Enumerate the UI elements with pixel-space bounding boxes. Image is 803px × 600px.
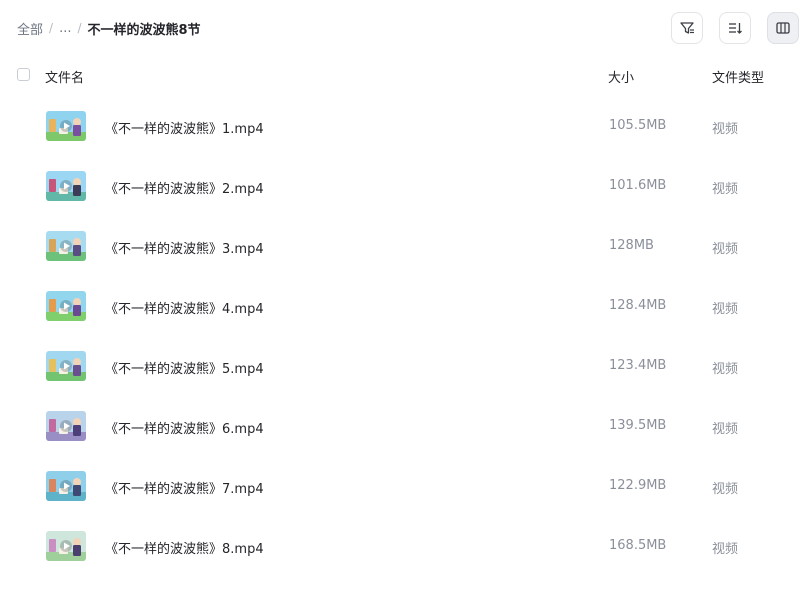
file-type: 视频: [712, 542, 739, 557]
table-header: 文件名 大小 文件类型: [0, 62, 803, 90]
file-type: 视频: [712, 482, 739, 497]
file-size: 101.6MB: [609, 178, 667, 193]
breadcrumb-current: 不一样的波波熊8节: [87, 22, 201, 38]
video-thumbnail-play-icon: [46, 291, 86, 321]
file-size: 123.4MB: [609, 358, 667, 373]
column-header-name[interactable]: 文件名: [45, 67, 84, 86]
column-view-icon: [776, 22, 790, 34]
file-type: 视频: [712, 182, 739, 197]
column-header-type[interactable]: 文件类型: [712, 67, 764, 86]
file-name[interactable]: 《不一样的波波熊》8.mp4: [105, 538, 264, 557]
file-size: 105.5MB: [609, 118, 667, 133]
video-thumbnail-play-icon: [46, 471, 86, 501]
video-thumbnail-play-icon: [46, 171, 86, 201]
file-type: 视频: [712, 362, 739, 377]
file-type: 视频: [712, 302, 739, 317]
file-name[interactable]: 《不一样的波波熊》3.mp4: [105, 238, 264, 257]
table-row[interactable]: 《不一样的波波熊》4.mp4 128.4MB 视频: [0, 276, 803, 336]
file-size: 128.4MB: [609, 298, 667, 313]
table-row[interactable]: 《不一样的波波熊》7.mp4 122.9MB 视频: [0, 456, 803, 516]
video-thumbnail-play-icon: [46, 231, 86, 261]
file-name[interactable]: 《不一样的波波熊》6.mp4: [105, 418, 264, 437]
sort-button[interactable]: [719, 12, 751, 44]
table-row[interactable]: 《不一样的波波熊》8.mp4 168.5MB 视频: [0, 516, 803, 576]
breadcrumb: 全部 / ... / 不一样的波波熊8节: [17, 18, 201, 38]
file-type: 视频: [712, 422, 739, 437]
table-row[interactable]: 《不一样的波波熊》3.mp4 128MB 视频: [0, 216, 803, 276]
file-name[interactable]: 《不一样的波波熊》2.mp4: [105, 178, 264, 197]
table-row[interactable]: 《不一样的波波熊》5.mp4 123.4MB 视频: [0, 336, 803, 396]
filter-icon: [680, 22, 694, 34]
video-thumbnail[interactable]: [46, 231, 86, 261]
video-thumbnail-play-icon: [46, 351, 86, 381]
file-name[interactable]: 《不一样的波波熊》4.mp4: [105, 298, 264, 317]
video-thumbnail-play-icon: [46, 111, 86, 141]
file-name[interactable]: 《不一样的波波熊》7.mp4: [105, 478, 264, 497]
file-type: 视频: [712, 122, 739, 137]
video-thumbnail-play-icon: [46, 531, 86, 561]
file-size: 122.9MB: [609, 478, 667, 493]
file-name[interactable]: 《不一样的波波熊》1.mp4: [105, 118, 264, 137]
file-size: 128MB: [609, 238, 654, 253]
sort-icon: [729, 23, 742, 34]
table-row[interactable]: 《不一样的波波熊》1.mp4 105.5MB 视频: [0, 96, 803, 156]
view-toggle-button[interactable]: [767, 12, 799, 44]
breadcrumb-separator: /: [49, 21, 54, 35]
table-row[interactable]: 《不一样的波波熊》2.mp4 101.6MB 视频: [0, 156, 803, 216]
select-all-checkbox[interactable]: [17, 68, 30, 81]
video-thumbnail[interactable]: [46, 411, 86, 441]
file-browser: 全部 / ... / 不一样的波波熊8节 文件名 大小 文件类型 《不一样的波波…: [0, 0, 803, 600]
file-size: 139.5MB: [609, 418, 667, 433]
breadcrumb-ellipsis[interactable]: ...: [59, 21, 71, 36]
filter-button[interactable]: [671, 12, 703, 44]
video-thumbnail[interactable]: [46, 171, 86, 201]
file-name[interactable]: 《不一样的波波熊》5.mp4: [105, 358, 264, 377]
video-thumbnail[interactable]: [46, 471, 86, 501]
video-thumbnail[interactable]: [46, 351, 86, 381]
video-thumbnail[interactable]: [46, 111, 86, 141]
file-type: 视频: [712, 242, 739, 257]
video-thumbnail[interactable]: [46, 291, 86, 321]
file-list: 《不一样的波波熊》1.mp4 105.5MB 视频 《不一样的波波熊》2.mp4…: [0, 96, 803, 576]
video-thumbnail[interactable]: [46, 531, 86, 561]
file-size: 168.5MB: [609, 538, 667, 553]
breadcrumb-separator: /: [77, 21, 82, 35]
table-row[interactable]: 《不一样的波波熊》6.mp4 139.5MB 视频: [0, 396, 803, 456]
video-thumbnail-play-icon: [46, 411, 86, 441]
column-header-size[interactable]: 大小: [608, 67, 634, 86]
breadcrumb-root[interactable]: 全部: [17, 19, 43, 38]
